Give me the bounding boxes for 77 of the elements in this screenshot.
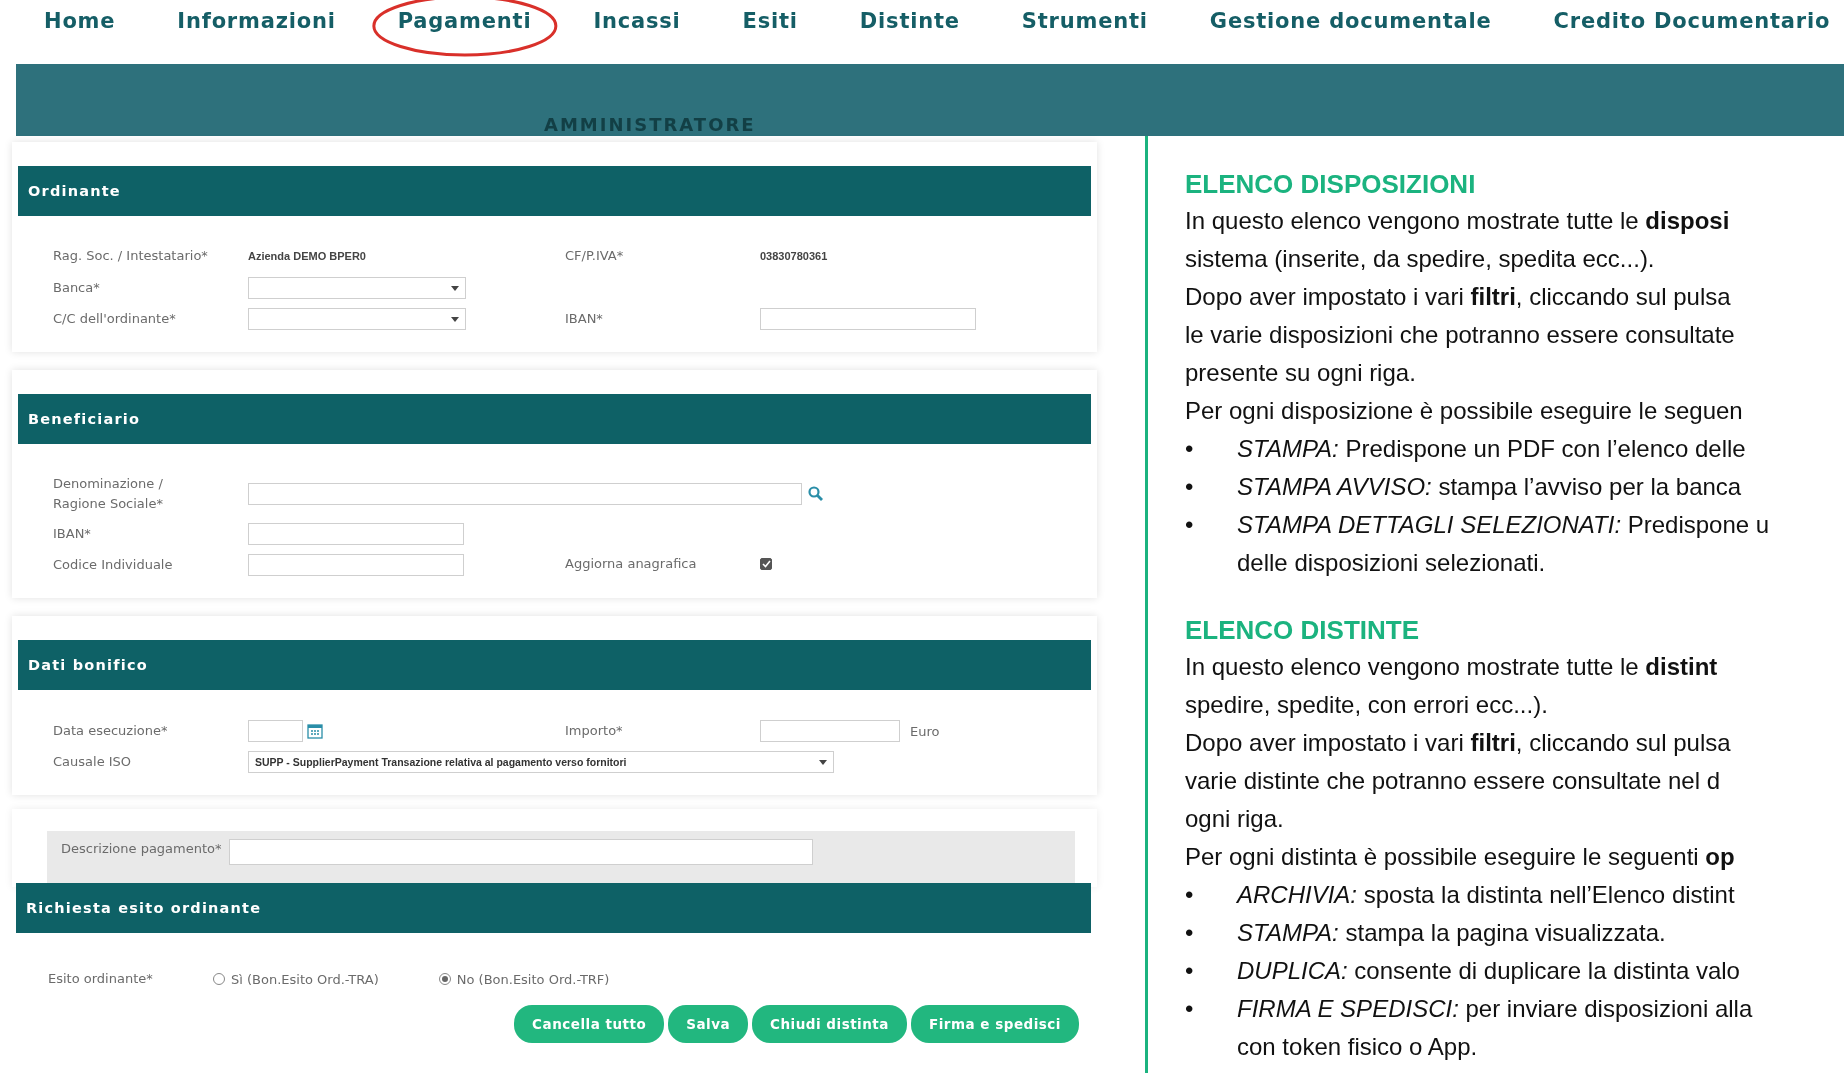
field-label: Rag. Soc. / Intestatario* <box>53 247 209 265</box>
select-field[interactable] <box>248 308 466 330</box>
bullet-mark: • <box>1185 434 1195 464</box>
input-field[interactable] <box>760 308 976 330</box>
help-text: sistema (inserite, da spedire, spedita ecc...). <box>1185 244 1656 274</box>
nav-tab[interactable]: Incassi <box>593 9 681 33</box>
nav-tab[interactable]: Strumenti <box>1021 9 1148 33</box>
help-text: presente su ogni riga. <box>1185 358 1417 388</box>
help-text: le varie disposizioni che potranno essere consultate <box>1185 320 1736 350</box>
field-label: C/C dell'ordinante* <box>53 310 177 328</box>
bullet-mark: • <box>1185 918 1195 948</box>
help-text: STAMPA AVVISO: stampa l’avviso per la banca <box>1237 472 1742 502</box>
nav-tab[interactable]: Credito Documentario <box>1553 9 1831 33</box>
caret-icon <box>819 759 827 765</box>
nav-tab[interactable]: Informazioni <box>177 9 336 33</box>
checkbox[interactable] <box>760 558 772 570</box>
calendar-icon[interactable] <box>307 723 323 739</box>
help-title: ELENCO DISTINTE <box>1185 614 1420 646</box>
section-header: Beneficiario <box>18 394 1091 444</box>
field-value: 03830780361 <box>760 250 828 262</box>
help-text: ogni riga. <box>1185 804 1285 834</box>
field-label: Descrizione pagamento* <box>61 840 223 858</box>
field-value: Azienda DEMO BPER0 <box>248 250 366 262</box>
help-text: con token fisico o App. <box>1237 1032 1479 1062</box>
radio-option[interactable]: Sì (Bon.Esito Ord.-TRA) <box>213 971 379 987</box>
field-label: Data esecuzione* <box>53 722 169 740</box>
help-text: Per ogni distinta è possibile eseguire le seguenti op <box>1185 842 1736 872</box>
section-header: Dati bonifico <box>18 640 1091 690</box>
date-field[interactable] <box>248 720 303 742</box>
section-header: Ordinante <box>18 166 1091 216</box>
field-label: Esito ordinante* <box>48 970 154 988</box>
field-label: Denominazione / Ragione Sociale* <box>53 475 164 513</box>
help-text: STAMPA DETTAGLI SELEZIONATI: Predispone u <box>1237 510 1770 540</box>
help-text: FIRMA E SPEDISCI: per inviare disposizioni alla <box>1237 994 1753 1024</box>
currency-label: Euro <box>910 723 940 739</box>
bullet-mark: • <box>1185 956 1195 986</box>
field-label: CF/P.IVA* <box>565 247 625 265</box>
field-label: Codice Individuale <box>53 556 174 574</box>
nav-tab[interactable]: Distinte <box>859 9 960 33</box>
help-text: STAMPA: stampa la pagina visualizzata. <box>1237 918 1666 948</box>
input-field[interactable] <box>248 523 464 545</box>
help-text: ARCHIVIA: sposta la distinta nell’Elenco distint <box>1237 880 1735 910</box>
select-field[interactable] <box>248 277 466 299</box>
help-text: In questo elenco vengono mostrate tutte le distint <box>1185 652 1719 682</box>
bullet-mark: • <box>1185 994 1195 1024</box>
bullet-mark: • <box>1185 472 1195 502</box>
field-label: Aggiorna anagrafica <box>565 555 698 573</box>
radio-option[interactable]: No (Bon.Esito Ord.-TRF) <box>438 971 610 987</box>
bullet-mark: • <box>1185 880 1195 910</box>
nav-tab[interactable]: Gestione documentale <box>1209 9 1492 33</box>
nav-tab[interactable]: Home <box>44 9 116 33</box>
section-header: Richiesta esito ordinante <box>16 883 1091 933</box>
help-text: STAMPA: Predispone un PDF con l’elenco delle <box>1237 434 1746 464</box>
field-label: IBAN* <box>53 525 92 543</box>
amount-field[interactable] <box>760 720 900 742</box>
input-field[interactable] <box>229 839 813 865</box>
help-text: In questo elenco vengono mostrate tutte le disposi <box>1185 206 1731 236</box>
help-text: delle disposizioni selezionati. <box>1237 548 1547 578</box>
caret-icon <box>451 316 459 322</box>
bullet-mark: • <box>1185 510 1195 540</box>
help-text: varie distinte che potranno essere consultate nel d <box>1185 766 1721 796</box>
help-text: Dopo aver impostato i vari filtri, cliccando sul pulsa <box>1185 282 1732 312</box>
search-icon[interactable] <box>808 486 824 502</box>
help-title: ELENCO DISPOSIZIONI <box>1185 168 1477 200</box>
input-field[interactable] <box>248 483 802 505</box>
field-label: IBAN* <box>565 310 604 328</box>
select-field[interactable]: SUPP - SupplierPayment Transazione relativa al pagamento verso fornitori <box>248 751 834 773</box>
field-label: Causale ISO <box>53 753 133 771</box>
help-text: Per ogni disposizione è possibile eseguire le seguen <box>1185 396 1744 426</box>
caret-icon <box>451 285 459 291</box>
help-text: Dopo aver impostato i vari filtri, cliccando sul pulsa <box>1185 728 1732 758</box>
help-text: DUPLICA: consente di duplicare la distinta valo <box>1237 956 1740 986</box>
field-label: Banca* <box>53 279 101 297</box>
field-label: Importo* <box>565 722 624 740</box>
nav-tab[interactable]: Esiti <box>742 9 798 33</box>
input-field[interactable] <box>248 554 464 576</box>
help-text: spedire, spedite, con errori ecc...). <box>1185 690 1549 720</box>
